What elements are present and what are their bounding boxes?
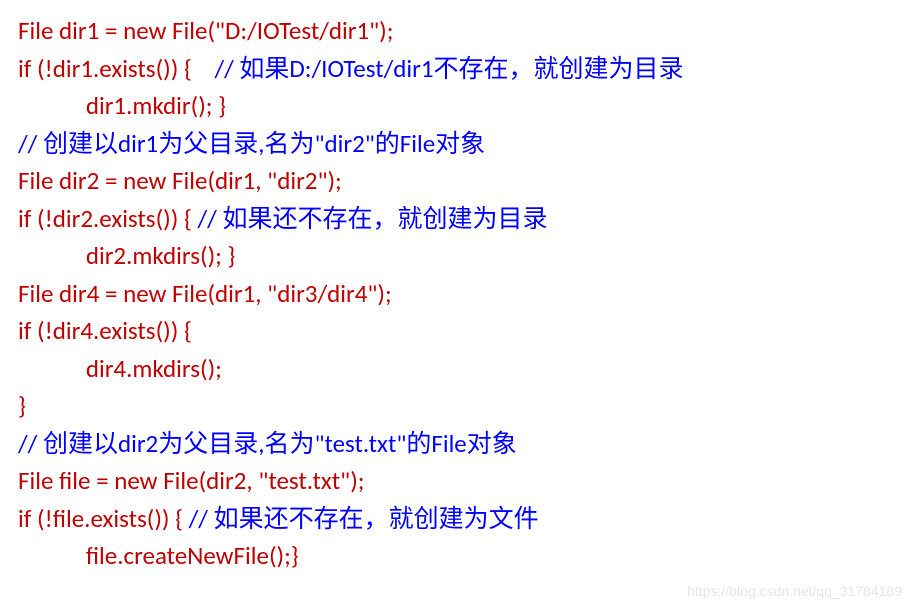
code-text: File dir1 = new File("D:/IOTest/dir1"); [18, 15, 393, 46]
code-text: if (!dir1.exists()) { [18, 53, 214, 84]
code-text: if (!file.exists()) { [18, 503, 189, 534]
code-line: } [18, 387, 892, 425]
code-block: File dir1 = new File("D:/IOTest/dir1"); … [18, 12, 892, 575]
code-text: dir2.mkdirs(); } [18, 240, 235, 271]
comment-text: // 创建以dir2为父目录,名为"test.txt"的File对象 [18, 428, 517, 459]
code-text: if (!dir2.exists()) { [18, 203, 198, 234]
code-line: dir2.mkdirs(); } [18, 237, 892, 275]
code-text: dir1.mkdir(); } [18, 90, 226, 121]
code-line: if (!dir4.exists()) { [18, 312, 892, 350]
comment-text: // 如果还不存在，就创建为文件 [189, 503, 539, 534]
code-text: if (!dir4.exists()) { [18, 315, 192, 346]
code-line: dir1.mkdir(); } [18, 87, 892, 125]
code-text: File dir2 = new File(dir1, "dir2"); [18, 165, 342, 196]
code-text: dir4.mkdirs(); [18, 353, 222, 384]
code-line: File dir2 = new File(dir1, "dir2"); [18, 162, 892, 200]
watermark: https://blog.csdn.net/qq_31784189 [687, 581, 902, 602]
comment-text: // 如果还不存在，就创建为目录 [198, 203, 548, 234]
code-text: File file = new File(dir2, "test.txt"); [18, 465, 364, 496]
code-line: dir4.mkdirs(); [18, 350, 892, 388]
comment-text: // 创建以dir1为父目录,名为"dir2"的File对象 [18, 128, 485, 159]
code-line: if (!file.exists()) { // 如果还不存在，就创建为文件 [18, 500, 892, 538]
code-text: file.createNewFile();} [18, 540, 299, 571]
code-line: // 创建以dir1为父目录,名为"dir2"的File对象 [18, 125, 892, 163]
code-line: File dir1 = new File("D:/IOTest/dir1"); [18, 12, 892, 50]
code-line: File file = new File(dir2, "test.txt"); [18, 462, 892, 500]
code-line: if (!dir2.exists()) { // 如果还不存在，就创建为目录 [18, 200, 892, 238]
code-text: File dir4 = new File(dir1, "dir3/dir4"); [18, 278, 392, 309]
code-line: File dir4 = new File(dir1, "dir3/dir4"); [18, 275, 892, 313]
code-line: // 创建以dir2为父目录,名为"test.txt"的File对象 [18, 425, 892, 463]
code-text: } [18, 390, 26, 421]
code-line: file.createNewFile();} [18, 537, 892, 575]
code-line: if (!dir1.exists()) { // 如果D:/IOTest/dir… [18, 50, 892, 88]
comment-text: // 如果D:/IOTest/dir1不存在，就创建为目录 [214, 53, 683, 84]
